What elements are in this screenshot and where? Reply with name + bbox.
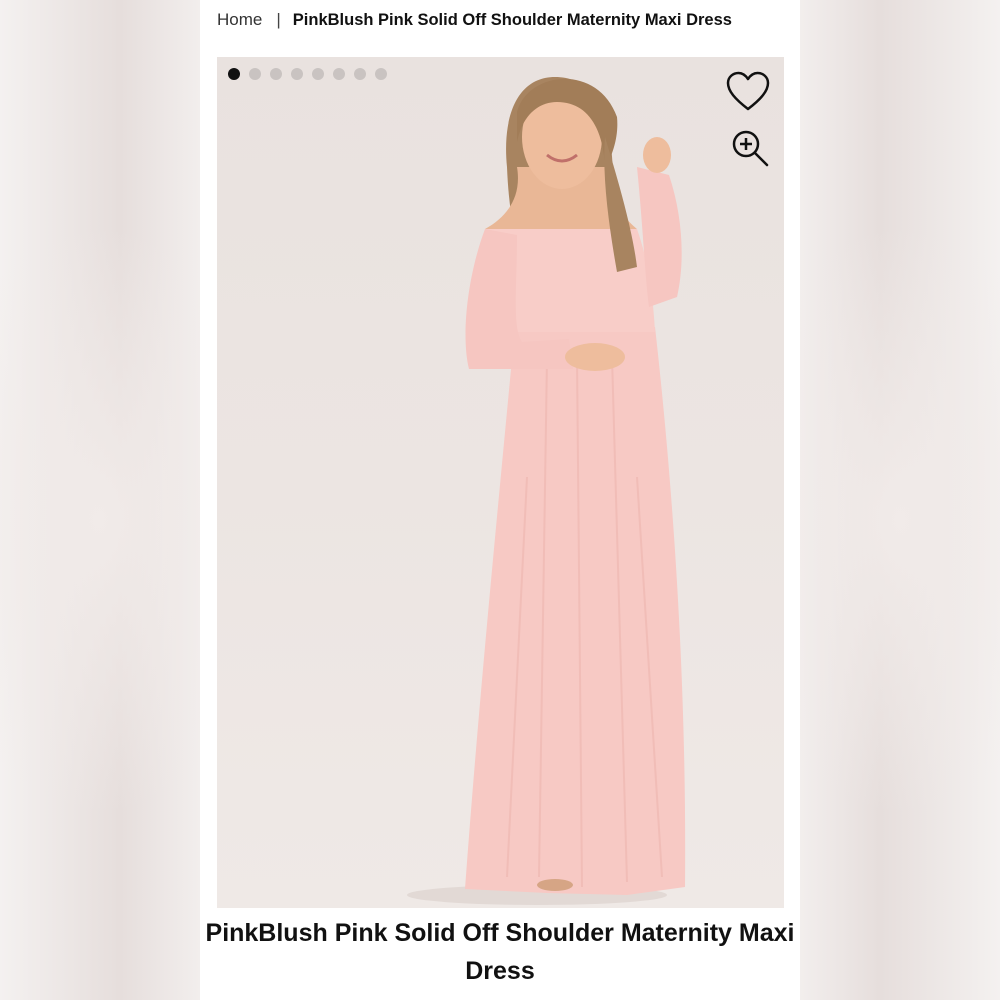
heart-icon — [726, 71, 770, 111]
carousel-dot[interactable] — [249, 68, 261, 80]
carousel-dot[interactable] — [312, 68, 324, 80]
carousel-dot[interactable] — [354, 68, 366, 80]
favorite-button[interactable] — [725, 71, 771, 113]
zoom-in-icon — [732, 130, 769, 167]
breadcrumb-home-link[interactable]: Home — [217, 10, 262, 30]
carousel-dot[interactable] — [375, 68, 387, 80]
carousel-dot[interactable] — [333, 68, 345, 80]
breadcrumb-current: PinkBlush Pink Solid Off Shoulder Matern… — [292, 10, 732, 29]
breadcrumb: Home | PinkBlush Pink Solid Off Shoulder… — [217, 8, 732, 32]
product-title: PinkBlush Pink Solid Off Shoulder Matern… — [205, 919, 795, 985]
dress-skirt — [465, 327, 686, 895]
product-image-gallery[interactable] — [217, 57, 784, 908]
zoom-button[interactable] — [731, 129, 771, 169]
image-indicator-dots — [228, 68, 387, 80]
breadcrumb-separator: | — [276, 10, 281, 29]
hand — [565, 343, 625, 371]
product-page: Home | PinkBlush Pink Solid Off Shoulder… — [200, 0, 800, 1000]
carousel-dot[interactable] — [291, 68, 303, 80]
carousel-dot-active[interactable] — [228, 68, 240, 80]
carousel-dot[interactable] — [270, 68, 282, 80]
product-photo[interactable] — [217, 57, 784, 908]
